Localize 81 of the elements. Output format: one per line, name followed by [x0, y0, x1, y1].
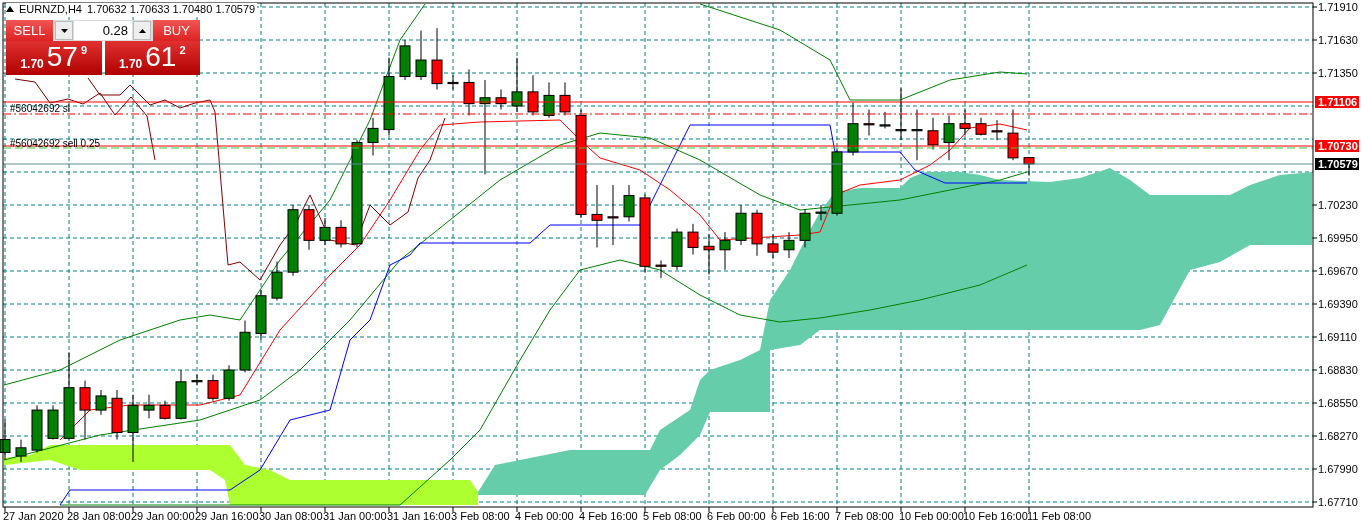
tick-mark	[964, 506, 966, 513]
time-axis-label: 4 Feb 16:00	[579, 510, 638, 522]
tick-mark	[4, 506, 6, 513]
time-axis-label: 28 Jan 08:00	[67, 510, 131, 522]
tick-mark	[68, 506, 70, 513]
price-axis-label: 1.69950	[1318, 232, 1358, 244]
tick-mark	[1312, 303, 1318, 305]
tick-mark	[900, 506, 902, 513]
tick-mark	[836, 506, 838, 513]
tick-mark	[1312, 6, 1318, 8]
tick-mark	[772, 506, 774, 513]
time-axis-label: 7 Feb 08:00	[835, 510, 894, 522]
tick-mark	[516, 506, 518, 513]
tick-mark	[1312, 39, 1318, 41]
price-axis-label: 1.68550	[1318, 397, 1358, 409]
tick-mark	[1312, 336, 1318, 338]
tick-mark	[580, 506, 582, 513]
price-prefix: 1.70	[118, 57, 143, 71]
tick-mark	[1312, 204, 1318, 206]
price-axis-label: 1.68830	[1318, 364, 1358, 376]
price-tag: 1.70579	[1315, 158, 1359, 170]
symbol-timeframe: EURNZD,H4	[19, 3, 82, 15]
time-axis-label: 30 Jan 08:00	[259, 510, 323, 522]
up-triangle-icon	[138, 28, 146, 33]
order-label: #56042692 sl	[10, 103, 71, 114]
time-axis-label: 4 Feb 00:00	[515, 510, 574, 522]
time-axis-label: 6 Feb 16:00	[771, 510, 830, 522]
tick-mark	[1312, 402, 1318, 404]
order-label: #56042692 sell 0.25	[10, 138, 101, 149]
volume-decrease-button[interactable]	[55, 21, 73, 40]
tick-mark	[708, 506, 710, 513]
tick-mark	[132, 506, 134, 513]
price-pips: 57	[46, 41, 78, 73]
down-triangle-icon	[60, 28, 68, 33]
volume-field[interactable]: 0.28	[74, 21, 132, 40]
time-axis-label: 5 Feb 08:00	[643, 510, 702, 522]
tick-mark	[1028, 506, 1030, 513]
tick-mark	[1312, 237, 1318, 239]
tick-mark	[196, 506, 198, 513]
time-axis-label: 6 Feb 00:00	[707, 510, 766, 522]
tick-mark	[644, 506, 646, 513]
tick-mark	[324, 506, 326, 513]
time-axis-label: 31 Jan 16:00	[387, 510, 451, 522]
price-axis-label: 1.71350	[1318, 67, 1358, 79]
price-axis-label: 1.71630	[1318, 34, 1358, 46]
buy-button[interactable]: BUY	[153, 20, 200, 41]
price-axis-label: 1.67710	[1318, 496, 1358, 508]
price-pips: 61	[145, 41, 177, 73]
time-axis-label: 10 Feb 00:00	[899, 510, 964, 522]
time-axis-label: 3 Feb 08:00	[451, 510, 510, 522]
price-axis-label: 1.67990	[1318, 463, 1358, 475]
ohlc-values: 1.70632 1.70633 1.70480 1.70579	[86, 3, 256, 15]
collapse-triangle-icon[interactable]	[6, 6, 14, 12]
price-tag: 1.70730	[1315, 140, 1359, 152]
price-axis-label: 1.68270	[1318, 430, 1358, 442]
tick-mark	[1312, 270, 1318, 272]
time-axis-label: 27 Jan 2020	[3, 510, 64, 522]
tick-mark	[1312, 468, 1318, 470]
price-axis-label: 1.69670	[1318, 265, 1358, 277]
tick-mark	[260, 506, 262, 513]
price-axis-label: 1.70230	[1318, 199, 1358, 211]
tick-mark	[1312, 369, 1318, 371]
tick-mark	[388, 506, 390, 513]
time-axis-label: 29 Jan 00:00	[131, 510, 195, 522]
price-fraction: 9	[80, 44, 88, 56]
price-axis-label: 1.71910	[1318, 1, 1358, 13]
time-axis-label: 29 Jan 16:00	[195, 510, 259, 522]
tick-mark	[1312, 501, 1318, 503]
volume-increase-button[interactable]	[133, 21, 151, 40]
time-axis-label: 10 Feb 16:00	[963, 510, 1028, 522]
time-axis-label: 11 Feb 08:00	[1027, 510, 1091, 522]
tick-mark	[1312, 435, 1318, 437]
tick-mark	[452, 506, 454, 513]
price-prefix: 1.70	[20, 57, 44, 71]
price-fraction: 2	[179, 44, 186, 56]
time-axis-label: 31 Jan 00:00	[323, 510, 387, 522]
tick-mark	[1312, 72, 1318, 74]
price-tag: 1.71106	[1315, 96, 1359, 108]
price-axis-label: 1.69390	[1318, 298, 1358, 310]
price-axis-label: 1.69110	[1318, 331, 1357, 343]
sell-button[interactable]: SELL	[6, 20, 53, 41]
